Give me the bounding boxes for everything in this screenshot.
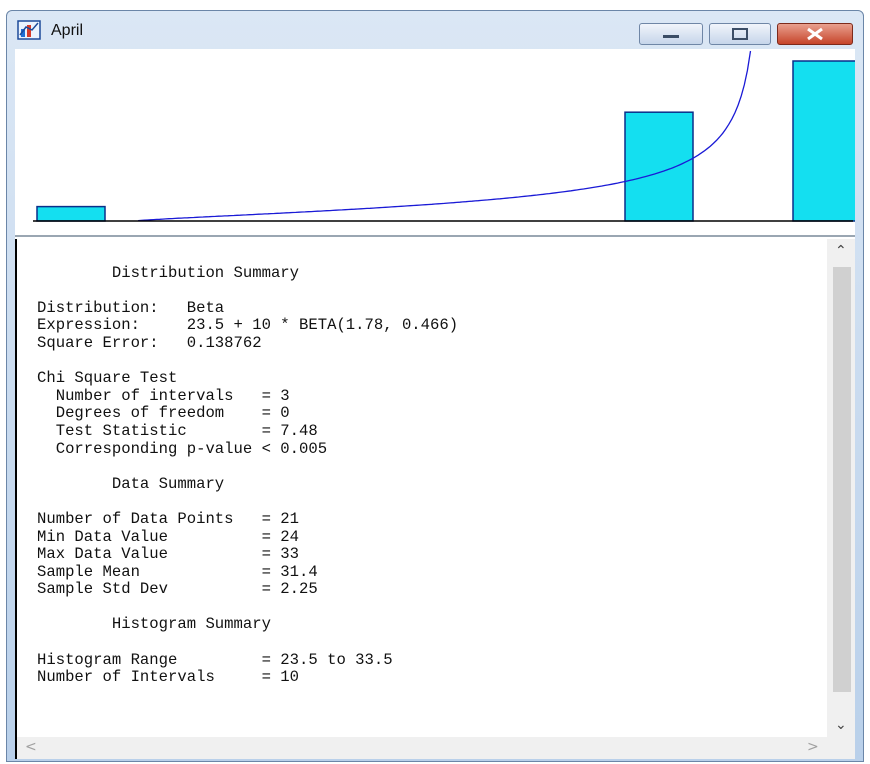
vertical-scrollbar[interactable]: ⌃ ⌄: [827, 239, 855, 739]
report-line: Min Data Value = 24: [37, 527, 300, 546]
window-title: April: [51, 22, 84, 39]
minimize-button[interactable]: [639, 23, 703, 45]
vertical-scroll-thumb[interactable]: [833, 267, 851, 692]
scroll-up-arrow-icon[interactable]: ⌃: [835, 243, 847, 259]
report-line: [37, 634, 827, 652]
title-bar[interactable]: April: [7, 11, 863, 49]
report-line: Expression: 23.5 + 10 * BETA(1.78, 0.466…: [37, 316, 459, 335]
report-line: Degrees of freedom = 0: [37, 404, 290, 423]
close-button[interactable]: [777, 23, 853, 45]
app-window: April Distribution Summary Distribution: …: [6, 10, 864, 762]
report-line: Test Statistic = 7.48: [37, 421, 318, 440]
report-line: Sample Mean = 31.4: [37, 562, 318, 581]
report-line: [37, 247, 827, 265]
report-line: [37, 458, 827, 476]
report-line: Histogram Summary: [37, 615, 271, 634]
report-line: Sample Std Dev = 2.25: [37, 580, 318, 599]
client-area: Distribution Summary Distribution: Beta Ex…: [15, 49, 862, 759]
report-line: Data Summary: [37, 474, 225, 493]
report-pane: Distribution Summary Distribution: Beta Ex…: [15, 239, 855, 759]
minimize-icon: [663, 35, 679, 38]
app-icon: [17, 20, 41, 40]
histogram-pane: [15, 49, 862, 237]
report-line: [37, 353, 827, 371]
histogram-chart: [33, 50, 862, 222]
report-line: Histogram Range = 23.5 to 33.5: [37, 650, 393, 669]
scroll-left-arrow-icon[interactable]: <: [25, 739, 37, 755]
distribution-report: Distribution Summary Distribution: Beta Ex…: [37, 247, 827, 687]
horizontal-scrollbar[interactable]: < >: [17, 737, 829, 759]
resize-grip-icon[interactable]: [827, 737, 855, 759]
report-line: Corresponding p-value < 0.005: [37, 439, 328, 458]
report-line: [37, 493, 827, 511]
histogram-bar: [36, 205, 106, 222]
report-line: Distribution: Beta: [37, 298, 225, 317]
report-line: [37, 282, 827, 300]
report-line: Number of Intervals = 10: [37, 668, 300, 687]
report-line: Max Data Value = 33: [37, 545, 300, 564]
histogram-bar: [792, 60, 862, 222]
histogram-bar: [624, 111, 694, 222]
report-line: Distribution Summary: [37, 263, 300, 282]
report-line: Number of Data Points = 21: [37, 509, 300, 528]
maximize-button[interactable]: [709, 23, 771, 45]
close-icon: [807, 27, 823, 41]
report-line: [37, 599, 827, 617]
report-line: Square Error: 0.138762: [37, 333, 262, 352]
report-line: Chi Square Test: [37, 369, 178, 388]
scroll-right-arrow-icon[interactable]: >: [807, 739, 819, 755]
scroll-down-arrow-icon[interactable]: ⌄: [835, 717, 847, 733]
maximize-icon: [732, 28, 748, 40]
report-line: Number of intervals = 3: [37, 386, 290, 405]
